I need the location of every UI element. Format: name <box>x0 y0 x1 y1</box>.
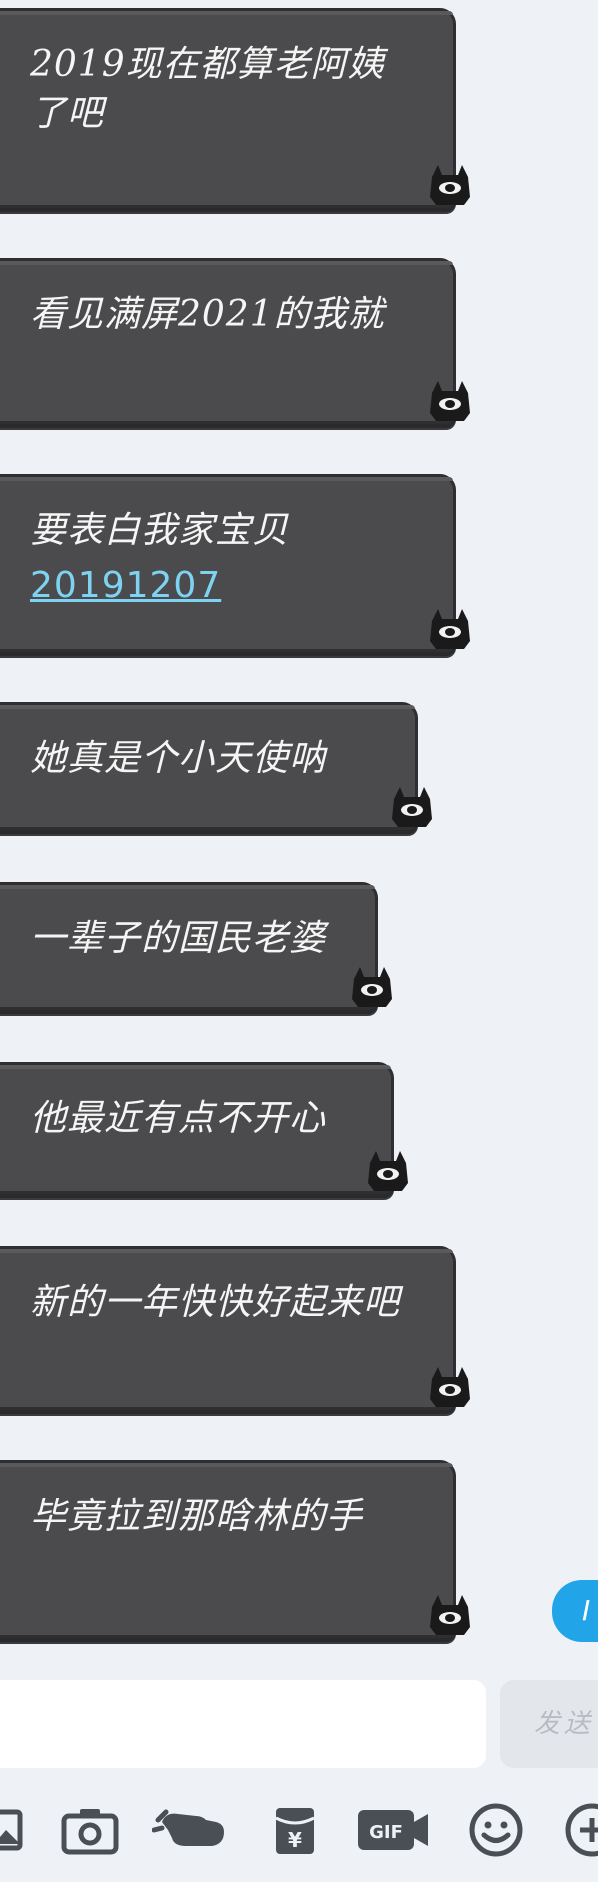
message-bubble[interactable]: 新的一年快快好起来吧 <box>0 1246 470 1410</box>
devil-sticker-icon <box>430 609 470 649</box>
message-bubble[interactable]: 要表白我家宝贝 20191207 <box>0 474 470 652</box>
add-icon[interactable] <box>562 1800 598 1860</box>
message-list[interactable]: 2019现在都算老阿姨了吧 看见满屏2021的我就 要表白我家宝贝 201912… <box>0 0 598 1670</box>
message-text: 一辈子的国民老婆 <box>30 918 327 959</box>
poke-hand-icon[interactable] <box>152 1800 232 1860</box>
devil-sticker-icon <box>430 381 470 421</box>
devil-sticker-icon <box>430 165 470 205</box>
sent-message-text: I <box>582 1594 591 1627</box>
message-input[interactable] <box>0 1680 486 1768</box>
chat-window: 2019现在都算老阿姨了吧 看见满屏2021的我就 要表白我家宝贝 201912… <box>0 0 598 1882</box>
devil-sticker-icon <box>392 787 432 827</box>
devil-sticker-icon <box>430 1367 470 1407</box>
svg-text:¥: ¥ <box>288 1828 302 1852</box>
message-bubble[interactable]: 2019现在都算老阿姨了吧 <box>0 8 470 208</box>
message-bubble[interactable]: 看见满屏2021的我就 <box>0 258 470 424</box>
image-icon[interactable] <box>0 1800 26 1860</box>
message-text: 毕竟拉到那晗林的手 <box>30 1496 364 1537</box>
send-button[interactable]: 发送 <box>500 1680 598 1768</box>
composer: 发送 <box>0 1680 598 1770</box>
message-bubble[interactable]: 毕竟拉到那晗林的手 <box>0 1460 470 1638</box>
devil-sticker-icon <box>430 1595 470 1635</box>
devil-sticker-icon <box>352 967 392 1007</box>
message-text: 新的一年快快好起来吧 <box>30 1282 401 1323</box>
devil-sticker-icon <box>368 1151 408 1191</box>
message-bubble[interactable]: 她真是个小天使呐 <box>0 702 432 830</box>
message-bubble[interactable]: 他最近有点不开心 <box>0 1062 408 1194</box>
gif-icon[interactable]: GIF <box>356 1800 430 1860</box>
sent-message-bubble[interactable]: I <box>552 1580 598 1642</box>
message-text: 要表白我家宝贝 <box>30 510 290 551</box>
message-text: 看见满屏2021的我就 <box>30 294 385 335</box>
camera-icon[interactable] <box>60 1800 120 1860</box>
svg-text:GIF: GIF <box>369 1822 403 1843</box>
emoji-icon[interactable] <box>466 1800 526 1860</box>
message-text: 他最近有点不开心 <box>30 1098 327 1139</box>
message-text: 2019现在都算老阿姨了吧 <box>30 44 385 134</box>
date-link[interactable]: 20191207 <box>30 562 413 611</box>
message-bubble[interactable]: 一辈子的国民老婆 <box>0 882 392 1010</box>
message-text: 她真是个小天使呐 <box>30 738 327 779</box>
red-packet-icon[interactable]: ¥ <box>270 1800 320 1860</box>
toolbar: ¥ GIF <box>0 1790 598 1882</box>
